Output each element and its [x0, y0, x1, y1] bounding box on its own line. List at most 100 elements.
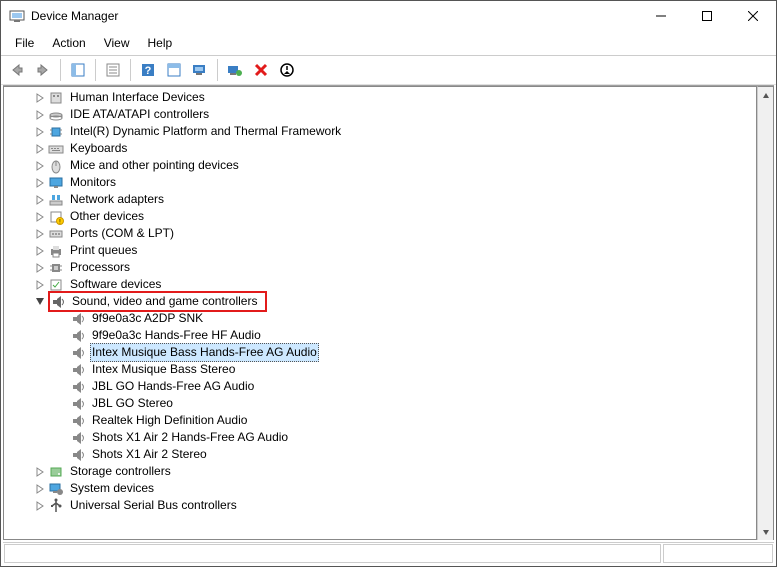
speaker-icon — [70, 413, 86, 429]
minimize-button[interactable] — [638, 1, 684, 31]
toolbar-separator — [60, 59, 61, 81]
vertical-scrollbar[interactable] — [757, 86, 774, 540]
menu-file[interactable]: File — [7, 33, 42, 53]
expand-icon[interactable] — [34, 211, 46, 223]
help-button[interactable]: ? — [136, 58, 160, 82]
show-hide-console-button[interactable] — [66, 58, 90, 82]
tree-node[interactable]: System devices — [4, 480, 756, 497]
cpu-icon — [48, 260, 64, 276]
chip-icon — [48, 124, 64, 140]
toolbar: ? — [1, 55, 776, 85]
tree-node[interactable]: Shots X1 Air 2 Hands-Free AG Audio — [4, 429, 756, 446]
no-expander — [56, 432, 68, 444]
expand-icon[interactable] — [34, 143, 46, 155]
tree-node[interactable]: Network adapters — [4, 191, 756, 208]
action-button[interactable] — [162, 58, 186, 82]
expand-icon[interactable] — [34, 500, 46, 512]
tree-node-label: System devices — [68, 480, 156, 497]
other-icon: ! — [48, 209, 64, 225]
properties-button[interactable] — [101, 58, 125, 82]
tree-node-label: Shots X1 Air 2 Hands-Free AG Audio — [90, 429, 290, 446]
expand-icon[interactable] — [34, 483, 46, 495]
back-button[interactable] — [5, 58, 29, 82]
tree-node[interactable]: Universal Serial Bus controllers — [4, 497, 756, 514]
tree-node[interactable]: JBL GO Hands-Free AG Audio — [4, 378, 756, 395]
no-expander — [56, 449, 68, 461]
expand-icon[interactable] — [34, 279, 46, 291]
tree-node[interactable]: Intel(R) Dynamic Platform and Thermal Fr… — [4, 123, 756, 140]
tree-node[interactable]: Ports (COM & LPT) — [4, 225, 756, 242]
speaker-icon — [70, 379, 86, 395]
expand-icon[interactable] — [34, 126, 46, 138]
expand-icon[interactable] — [34, 109, 46, 121]
titlebar: Device Manager — [1, 1, 776, 31]
maximize-button[interactable] — [684, 1, 730, 31]
speaker-icon — [70, 396, 86, 412]
no-expander — [56, 313, 68, 325]
menubar: File Action View Help — [1, 31, 776, 55]
tree-node-label: Ports (COM & LPT) — [68, 225, 176, 242]
collapse-icon[interactable] — [34, 296, 46, 308]
tree-node[interactable]: 9f9e0a3c Hands-Free HF Audio — [4, 327, 756, 344]
scroll-down-arrow[interactable] — [758, 523, 773, 540]
menu-help[interactable]: Help — [140, 33, 181, 53]
tree-node-label: Storage controllers — [68, 463, 173, 480]
tree-node-label: Intex Musique Bass Stereo — [90, 361, 237, 378]
tree-node[interactable]: Storage controllers — [4, 463, 756, 480]
uninstall-device-button[interactable] — [249, 58, 273, 82]
tree-node-label: JBL GO Stereo — [90, 395, 175, 412]
forward-button[interactable] — [31, 58, 55, 82]
tree-node[interactable]: Sound, video and game controllers — [4, 293, 756, 310]
svg-text:?: ? — [145, 65, 152, 77]
tree-node[interactable]: JBL GO Stereo — [4, 395, 756, 412]
scroll-up-arrow[interactable] — [758, 87, 773, 104]
expand-icon[interactable] — [34, 92, 46, 104]
tree-node-label: IDE ATA/ATAPI controllers — [68, 106, 211, 123]
tree-node[interactable]: Monitors — [4, 174, 756, 191]
tree-node-label: Network adapters — [68, 191, 166, 208]
device-tree[interactable]: Human Interface DevicesIDE ATA/ATAPI con… — [3, 86, 757, 540]
tree-node[interactable]: Realtek High Definition Audio — [4, 412, 756, 429]
port-icon — [48, 226, 64, 242]
speaker-icon — [70, 447, 86, 463]
tree-node[interactable]: Mice and other pointing devices — [4, 157, 756, 174]
no-expander — [56, 330, 68, 342]
tree-node[interactable]: IDE ATA/ATAPI controllers — [4, 106, 756, 123]
disable-device-button[interactable] — [275, 58, 299, 82]
expand-icon[interactable] — [34, 262, 46, 274]
close-button[interactable] — [730, 1, 776, 31]
scan-hardware-button[interactable] — [223, 58, 247, 82]
show-hidden-button[interactable] — [188, 58, 212, 82]
expand-icon[interactable] — [34, 160, 46, 172]
storage-icon — [48, 464, 64, 480]
menu-action[interactable]: Action — [44, 33, 93, 53]
toolbar-separator — [217, 59, 218, 81]
speaker-icon — [70, 328, 86, 344]
status-cell — [663, 544, 773, 563]
menu-view[interactable]: View — [96, 33, 138, 53]
expand-icon[interactable] — [34, 194, 46, 206]
expand-icon[interactable] — [34, 245, 46, 257]
scroll-track[interactable] — [758, 104, 773, 523]
tree-node[interactable]: !Other devices — [4, 208, 756, 225]
app-icon — [9, 8, 25, 24]
tree-node[interactable]: Processors — [4, 259, 756, 276]
tree-node-label: JBL GO Hands-Free AG Audio — [90, 378, 256, 395]
tree-node[interactable]: Intex Musique Bass Hands-Free AG Audio — [4, 344, 756, 361]
expand-icon[interactable] — [34, 228, 46, 240]
window-title: Device Manager — [31, 9, 638, 23]
tree-node[interactable]: Intex Musique Bass Stereo — [4, 361, 756, 378]
tree-node[interactable]: Shots X1 Air 2 Stereo — [4, 446, 756, 463]
expand-icon[interactable] — [34, 177, 46, 189]
tree-node[interactable]: 9f9e0a3c A2DP SNK — [4, 310, 756, 327]
tree-node[interactable]: Print queues — [4, 242, 756, 259]
tree-node-label: Human Interface Devices — [68, 89, 207, 106]
tree-node[interactable]: Keyboards — [4, 140, 756, 157]
tree-node-label: Sound, video and game controllers — [70, 293, 259, 310]
status-cell — [4, 544, 661, 563]
highlighted-category: Sound, video and game controllers — [48, 291, 267, 312]
content-area: Human Interface DevicesIDE ATA/ATAPI con… — [3, 85, 774, 540]
printer-icon — [48, 243, 64, 259]
tree-node[interactable]: Human Interface Devices — [4, 89, 756, 106]
expand-icon[interactable] — [34, 466, 46, 478]
